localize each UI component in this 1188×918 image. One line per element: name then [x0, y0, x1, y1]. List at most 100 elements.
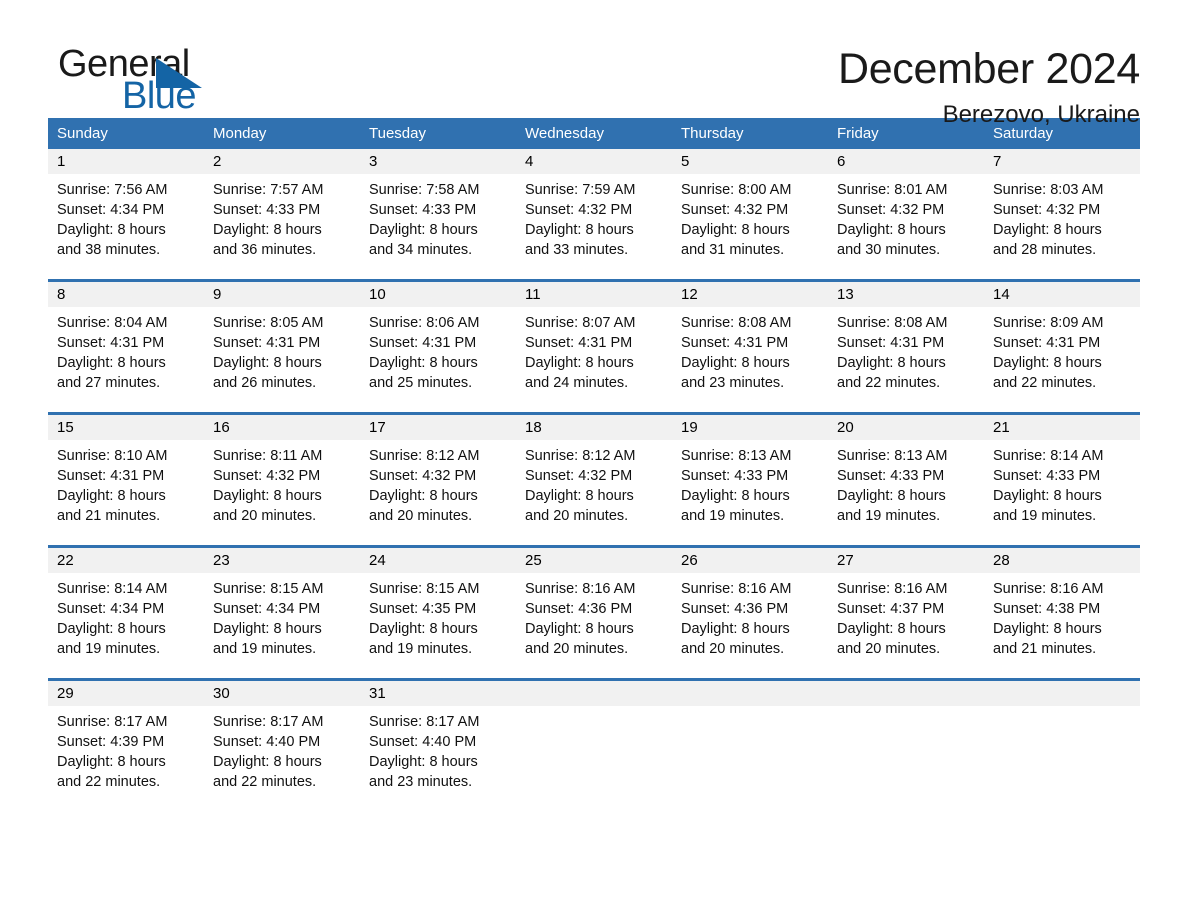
day-number[interactable]: 23 — [204, 548, 360, 573]
day-number[interactable]: 10 — [360, 282, 516, 307]
day-cell[interactable]: Sunrise: 7:57 AM Sunset: 4:33 PM Daylight:… — [204, 174, 360, 270]
day-number[interactable]: 12 — [672, 282, 828, 307]
day-number[interactable]: 17 — [360, 415, 516, 440]
day-number[interactable]: 13 — [828, 282, 984, 307]
day-number[interactable]: 4 — [516, 149, 672, 174]
day-detail-line: and 28 minutes. — [993, 242, 1097, 258]
day-detail-line: Daylight: 8 hours — [525, 355, 634, 371]
day-detail-line: Sunrise: 8:15 AM — [213, 581, 324, 597]
calendar-week-row: 1 2 3 4 5 6 7 Sunrise: 7:56 AM Sunset: 4:34 PM Da… — [48, 149, 1140, 270]
day-cell[interactable]: Sunrise: 8:05 AM Sunset: 4:31 PM Daylight:… — [204, 307, 360, 403]
day-cell[interactable]: Sunrise: 8:13 AM Sunset: 4:33 PM Daylight:… — [828, 440, 984, 536]
day-cell[interactable]: Sunrise: 8:04 AM Sunset: 4:31 PM Daylight:… — [48, 307, 204, 403]
day-cell[interactable]: Sunrise: 8:16 AM Sunset: 4:38 PM Daylight:… — [984, 573, 1140, 669]
day-number[interactable]: 9 — [204, 282, 360, 307]
day-detail-line: Daylight: 8 hours — [837, 621, 946, 637]
day-number[interactable]: 1 — [48, 149, 204, 174]
day-number[interactable]: 7 — [984, 149, 1140, 174]
day-cell[interactable]: Sunrise: 7:58 AM Sunset: 4:33 PM Daylight:… — [360, 174, 516, 270]
day-detail-line: Daylight: 8 hours — [57, 488, 166, 504]
page-title: December 2024 — [837, 45, 1140, 93]
day-cell[interactable]: Sunrise: 7:56 AM Sunset: 4:34 PM Daylight:… — [48, 174, 204, 270]
day-detail-line: Sunrise: 8:00 AM — [681, 182, 792, 198]
day-number[interactable]: 16 — [204, 415, 360, 440]
day-detail-line: and 22 minutes. — [57, 774, 161, 790]
day-detail-line: Daylight: 8 hours — [681, 488, 790, 504]
day-cell[interactable]: Sunrise: 8:01 AM Sunset: 4:32 PM Daylight:… — [828, 174, 984, 270]
day-cell[interactable]: Sunrise: 8:14 AM Sunset: 4:34 PM Daylight:… — [48, 573, 204, 669]
day-detail-line: Daylight: 8 hours — [369, 488, 478, 504]
general-blue-logo[interactable]: General Blue — [48, 44, 308, 124]
day-cell[interactable]: Sunrise: 8:06 AM Sunset: 4:31 PM Daylight:… — [360, 307, 516, 403]
day-number[interactable]: 31 — [360, 681, 516, 706]
day-detail-line: and 20 minutes. — [213, 508, 317, 524]
day-detail-line: Sunset: 4:35 PM — [369, 601, 477, 617]
day-cell[interactable]: Sunrise: 8:16 AM Sunset: 4:36 PM Daylight:… — [672, 573, 828, 669]
day-number[interactable]: 24 — [360, 548, 516, 573]
day-number[interactable]: 26 — [672, 548, 828, 573]
day-detail-line: Sunrise: 8:10 AM — [57, 448, 168, 464]
day-number[interactable]: 18 — [516, 415, 672, 440]
day-detail-line: Sunset: 4:33 PM — [837, 468, 945, 484]
day-detail-line: Sunset: 4:32 PM — [369, 468, 477, 484]
day-cell[interactable]: Sunrise: 8:10 AM Sunset: 4:31 PM Daylight:… — [48, 440, 204, 536]
day-cell[interactable]: Sunrise: 8:03 AM Sunset: 4:32 PM Daylight:… — [984, 174, 1140, 270]
day-cell-empty — [984, 706, 1140, 802]
day-cell[interactable]: Sunrise: 7:59 AM Sunset: 4:32 PM Daylight:… — [516, 174, 672, 270]
day-number[interactable]: 22 — [48, 548, 204, 573]
day-cell[interactable]: Sunrise: 8:17 AM Sunset: 4:39 PM Daylight:… — [48, 706, 204, 802]
day-number[interactable]: 25 — [516, 548, 672, 573]
day-detail-line: Sunrise: 8:08 AM — [681, 315, 792, 331]
day-cell[interactable]: Sunrise: 8:08 AM Sunset: 4:31 PM Daylight:… — [672, 307, 828, 403]
day-cell[interactable]: Sunrise: 8:11 AM Sunset: 4:32 PM Daylight:… — [204, 440, 360, 536]
day-number[interactable]: 30 — [204, 681, 360, 706]
day-cell[interactable]: Sunrise: 8:08 AM Sunset: 4:31 PM Daylight:… — [828, 307, 984, 403]
day-detail-line: and 19 minutes. — [993, 508, 1097, 524]
day-cell[interactable]: Sunrise: 8:15 AM Sunset: 4:34 PM Daylight:… — [204, 573, 360, 669]
day-detail-line: Sunrise: 8:12 AM — [525, 448, 636, 464]
day-cell[interactable]: Sunrise: 8:17 AM Sunset: 4:40 PM Daylight:… — [204, 706, 360, 802]
day-detail-line: and 20 minutes. — [525, 508, 629, 524]
day-cell[interactable]: Sunrise: 8:15 AM Sunset: 4:35 PM Daylight:… — [360, 573, 516, 669]
day-detail-line: Daylight: 8 hours — [369, 754, 478, 770]
day-number[interactable]: 6 — [828, 149, 984, 174]
day-number[interactable]: 2 — [204, 149, 360, 174]
day-detail-line: Daylight: 8 hours — [837, 488, 946, 504]
day-cell[interactable]: Sunrise: 8:07 AM Sunset: 4:31 PM Daylight:… — [516, 307, 672, 403]
day-number[interactable]: 11 — [516, 282, 672, 307]
day-cell[interactable]: Sunrise: 8:09 AM Sunset: 4:31 PM Daylight:… — [984, 307, 1140, 403]
day-detail-line: Sunset: 4:33 PM — [681, 468, 789, 484]
day-detail-line: Sunset: 4:31 PM — [681, 335, 789, 351]
day-number[interactable]: 21 — [984, 415, 1140, 440]
day-number[interactable]: 29 — [48, 681, 204, 706]
day-detail-line: and 30 minutes. — [837, 242, 941, 258]
day-detail-line: and 19 minutes. — [681, 508, 785, 524]
day-number[interactable]: 14 — [984, 282, 1140, 307]
day-number[interactable]: 8 — [48, 282, 204, 307]
day-detail-line: and 21 minutes. — [57, 508, 161, 524]
day-cell[interactable]: Sunrise: 8:16 AM Sunset: 4:37 PM Daylight:… — [828, 573, 984, 669]
week-daynumber-strip: 8 9 10 11 12 13 14 — [48, 282, 1140, 307]
day-number[interactable]: 19 — [672, 415, 828, 440]
day-cell[interactable]: Sunrise: 8:14 AM Sunset: 4:33 PM Daylight:… — [984, 440, 1140, 536]
day-number[interactable]: 15 — [48, 415, 204, 440]
day-cell[interactable]: Sunrise: 8:16 AM Sunset: 4:36 PM Daylight:… — [516, 573, 672, 669]
day-cell[interactable]: Sunrise: 8:13 AM Sunset: 4:33 PM Daylight:… — [672, 440, 828, 536]
day-detail-line: Daylight: 8 hours — [993, 621, 1102, 637]
day-number[interactable]: 27 — [828, 548, 984, 573]
day-detail-line: Sunrise: 8:16 AM — [525, 581, 636, 597]
day-detail-line: Sunset: 4:39 PM — [57, 734, 165, 750]
day-number[interactable]: 3 — [360, 149, 516, 174]
day-detail-line: Daylight: 8 hours — [993, 488, 1102, 504]
calendar-page: General Blue December 2024 Berezovo, Ukr… — [0, 0, 1188, 918]
day-number[interactable]: 5 — [672, 149, 828, 174]
day-cell[interactable]: Sunrise: 8:00 AM Sunset: 4:32 PM Daylight:… — [672, 174, 828, 270]
day-cell[interactable]: Sunrise: 8:12 AM Sunset: 4:32 PM Daylight:… — [360, 440, 516, 536]
day-cell[interactable]: Sunrise: 8:12 AM Sunset: 4:32 PM Daylight:… — [516, 440, 672, 536]
day-number[interactable]: 28 — [984, 548, 1140, 573]
day-cell[interactable]: Sunrise: 8:17 AM Sunset: 4:40 PM Daylight:… — [360, 706, 516, 802]
calendar-week-row: 29 30 31 Sunrise: 8:17 AM Sunset: 4:39 PM Day… — [48, 678, 1140, 802]
day-detail-line: and 23 minutes. — [369, 774, 473, 790]
day-number[interactable]: 20 — [828, 415, 984, 440]
day-detail-line: and 22 minutes. — [213, 774, 317, 790]
